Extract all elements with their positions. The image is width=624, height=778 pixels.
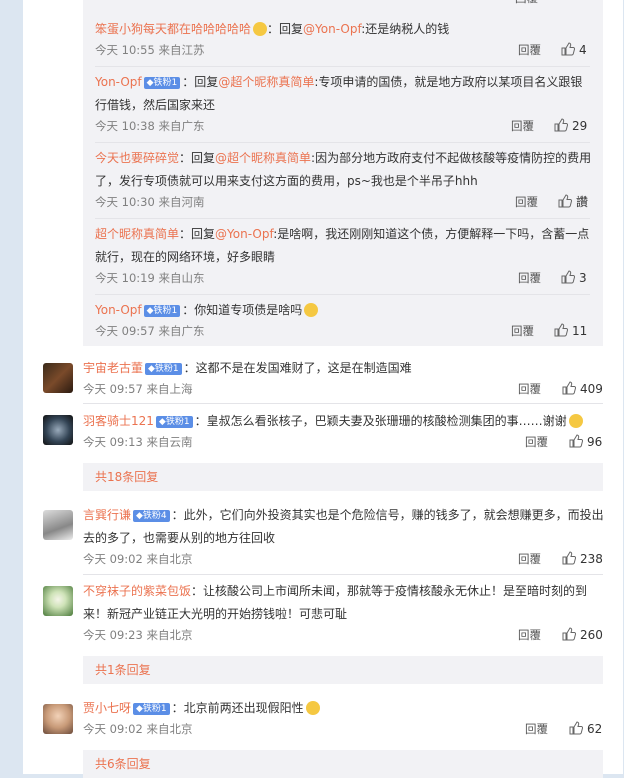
- avatar[interactable]: [43, 510, 73, 540]
- like-button[interactable]: 409: [562, 381, 603, 397]
- like-button[interactable]: 29: [554, 118, 587, 134]
- thumbs-up-icon: [562, 551, 577, 565]
- nested-reply-text: 笨蛋小狗每天都在哈哈哈哈哈 ：回复@Yon-Opf:还是纳税人的钱: [95, 22, 450, 36]
- divider: [83, 403, 603, 404]
- username-link[interactable]: 宇宙老古董: [83, 361, 143, 375]
- fan-badge: ◆铁粉4: [133, 510, 170, 522]
- view-more-replies-link[interactable]: 共18条回复: [83, 463, 603, 491]
- nested-reply-text: 今天也要碎碎觉：回复@超个昵称真简单:因为部分地方政府支付不起做核酸等疫情防控的…: [95, 151, 592, 165]
- reply-button[interactable]: 回覆: [515, 0, 538, 6]
- mention-link[interactable]: @Yon-Opf: [215, 227, 273, 241]
- timestamp: 今天 10:38 来自广东: [95, 119, 205, 133]
- nested-reply-text: Yon-Opf ◆铁粉1 ：你知道专项债是啥吗: [95, 302, 319, 318]
- thumbs-up-icon: [562, 381, 577, 395]
- divider: [95, 218, 590, 219]
- comment-text: 羽客骑士121 ◆铁粉1 ：皇叔怎么看张核子，巴颖夫妻及张珊珊的核酸检测集团的事………: [83, 413, 583, 429]
- username-link[interactable]: Yon-Opf: [95, 303, 142, 317]
- fan-badge: ◆铁粉1: [143, 77, 181, 89]
- mention-link[interactable]: @Yon-Opf: [303, 22, 361, 36]
- like-button[interactable]: 238: [562, 551, 603, 567]
- divider: [95, 66, 590, 67]
- reply-button[interactable]: 回覆: [525, 721, 548, 737]
- timestamp: 今天 09:23 来自北京: [83, 628, 193, 642]
- like-button[interactable]: 11: [554, 323, 587, 339]
- reply-button[interactable]: 回覆: [518, 381, 541, 397]
- nested-reply-text: 行借钱，然后国家来还: [95, 98, 216, 112]
- avatar[interactable]: [43, 363, 73, 393]
- reply-button[interactable]: 回覆: [511, 323, 534, 339]
- timestamp: 今天 10:19 来自山东: [95, 271, 205, 285]
- fan-badge: ◆铁粉1: [145, 363, 182, 375]
- username-link[interactable]: 不穿袜子的紫菜包饭: [83, 584, 191, 598]
- timestamp: 今天 09:57 来自广东: [95, 324, 205, 338]
- divider: [95, 142, 590, 143]
- nested-reply-text: Yon-Opf ◆铁粉1 ：回复@超个昵称真简单:专项申请的国债，就是地方政府以某项…: [95, 75, 583, 89]
- username-link[interactable]: 今天也要碎碎觉: [95, 151, 179, 165]
- avatar[interactable]: [43, 415, 73, 445]
- reply-button[interactable]: 回覆: [525, 434, 548, 450]
- fan-badge: ◆铁粉1: [133, 703, 170, 715]
- timestamp: 今天 10:30 来自河南: [95, 195, 205, 209]
- reply-button[interactable]: 回覆: [511, 118, 534, 134]
- emoji-icon: [304, 303, 319, 317]
- timestamp: 今天 09:02 来自北京: [83, 722, 193, 736]
- reply-button[interactable]: 回覆: [518, 270, 541, 286]
- comment-text: 来！新冠产业链正大光明的开始捞钱啦！可悲可耻: [83, 607, 348, 621]
- username-link[interactable]: Yon-Opf: [95, 75, 142, 89]
- mention-link[interactable]: @超个昵称真简单: [218, 75, 314, 89]
- timestamp: 今天 09:57 来自上海: [83, 382, 193, 396]
- comment-text: 不穿袜子的紫菜包饭：让核酸公司上市闻所未闻，那就等于疫情核酸永无休止！是至暗时刻…: [83, 584, 588, 598]
- like-button[interactable]: 讚: [558, 194, 588, 210]
- username-link[interactable]: 笨蛋小狗每天都在哈哈哈哈哈: [95, 22, 251, 36]
- emoji-icon: [253, 22, 268, 36]
- like-button[interactable]: 62: [569, 721, 602, 737]
- username-link[interactable]: 贾小七呀: [83, 701, 131, 715]
- comment-text: 宇宙老古董 ◆铁粉1 ：这都不是在发国难财了，这是在制造国难: [83, 361, 412, 375]
- comment-text: 贾小七呀 ◆铁粉1 ：北京前两还出现假阳性: [83, 700, 320, 716]
- thumbs-up-icon: [569, 434, 584, 448]
- comment-text: 去的多了，也需要从别的地方往回收: [83, 531, 276, 545]
- timestamp: 今天 09:13 来自云南: [83, 435, 193, 449]
- divider: [83, 574, 603, 575]
- thumbs-up-icon: [554, 323, 569, 337]
- username-link[interactable]: 言巽行谦: [83, 508, 131, 522]
- avatar[interactable]: [43, 704, 73, 734]
- like-button[interactable]: 4: [561, 42, 587, 58]
- like-button[interactable]: 96: [569, 434, 602, 450]
- view-more-replies-link[interactable]: 共1条回复: [83, 656, 603, 684]
- nested-reply-text: 了，发行专项债就可以用来支付这方面的费用，ps~我也是个半吊子hhh: [95, 174, 478, 188]
- reply-button[interactable]: 回覆: [518, 551, 541, 567]
- timestamp: 今天 09:02 来自北京: [83, 552, 193, 566]
- emoji-icon: [568, 414, 583, 428]
- thumbs-up-icon: [554, 118, 569, 132]
- thumbs-up-icon: [561, 270, 576, 284]
- thumbs-up-icon: [569, 721, 584, 735]
- reply-button[interactable]: 回覆: [518, 42, 541, 58]
- fan-badge: ◆铁粉1: [155, 416, 193, 428]
- fan-badge: ◆铁粉1: [143, 305, 181, 317]
- username-link[interactable]: 羽客骑士121: [83, 414, 154, 428]
- like-button[interactable]: 260: [562, 627, 603, 643]
- reply-button[interactable]: 回覆: [515, 194, 538, 210]
- emoji-icon: [305, 701, 320, 715]
- timestamp: 今天 10:55 来自江苏: [95, 43, 205, 57]
- nested-reply-text: 超个昵称真简单：回复@Yon-Opf:是啥啊，我还刚刚知道这个债，方便解释一下吗…: [95, 227, 590, 241]
- comment-text: 言巽行谦 ◆铁粉4 ：此外，它们向外投资其实也是个危险信号，赚的钱多了，就会想赚更多…: [83, 508, 604, 522]
- username-link[interactable]: 超个昵称真简单: [95, 227, 179, 241]
- thumbs-up-icon: [562, 627, 577, 641]
- reply-button[interactable]: 回覆: [518, 627, 541, 643]
- nested-reply-text: 就行，现在的网络环境，好多眼睛: [95, 250, 276, 264]
- like-button[interactable]: 3: [561, 270, 587, 286]
- mention-link[interactable]: @超个昵称真简单: [215, 151, 311, 165]
- thumbs-up-icon: [561, 42, 576, 56]
- avatar[interactable]: [43, 586, 73, 616]
- thumbs-up-icon: [558, 194, 573, 208]
- divider: [95, 294, 590, 295]
